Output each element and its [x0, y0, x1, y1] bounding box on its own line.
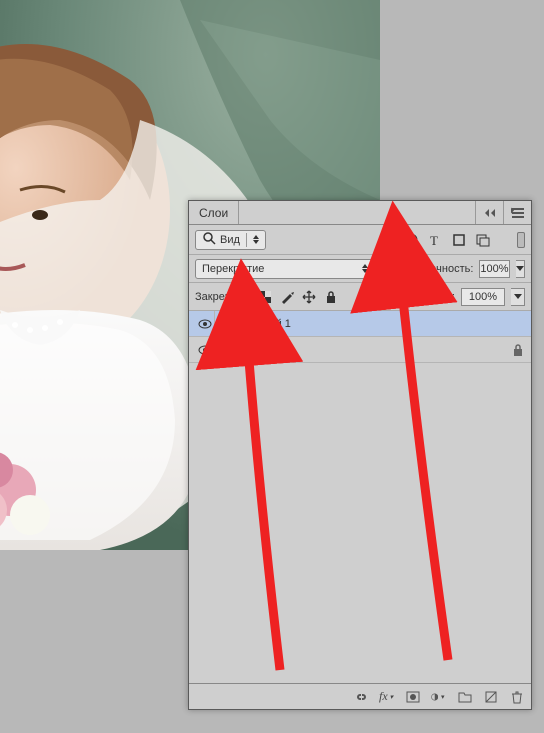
lock-label: Закрепить:	[195, 291, 251, 303]
new-layer-icon[interactable]	[483, 689, 499, 705]
panel-menu-icon[interactable]	[503, 201, 531, 224]
fill-slider-toggle[interactable]	[511, 288, 525, 306]
layers-list: Слой 1 Фон	[189, 311, 531, 363]
panel-tab-bar: Слои	[189, 201, 531, 225]
text-filter-icon[interactable]: T	[427, 232, 443, 248]
layer-thumbnail[interactable]	[223, 340, 247, 360]
adjustment-filter-icon[interactable]	[403, 232, 419, 248]
layer-row[interactable]: Слой 1	[189, 311, 531, 337]
layer-name-label[interactable]: Слой 1	[255, 318, 525, 330]
opacity-label: Непрозрачность:	[387, 263, 473, 275]
fill-value-input[interactable]: 100%	[461, 288, 505, 306]
adjustment-layer-icon[interactable]: ▾	[431, 689, 447, 705]
image-filter-icon[interactable]	[379, 232, 395, 248]
lock-indicator-icon	[511, 343, 525, 357]
visibility-eye-icon[interactable]	[197, 316, 213, 332]
lock-transparency-icon[interactable]	[257, 289, 273, 305]
lock-position-icon[interactable]	[301, 289, 317, 305]
layer-effects-icon[interactable]: fx▾	[379, 689, 395, 705]
filter-type-label: Вид	[220, 234, 240, 246]
blend-mode-dropdown[interactable]: Перекрытие	[195, 259, 375, 279]
fill-label: Заливка:	[410, 291, 455, 303]
layer-group-icon[interactable]	[457, 689, 473, 705]
search-icon	[202, 231, 216, 248]
panel-collapse-icon[interactable]	[475, 201, 503, 224]
tab-layers[interactable]: Слои	[189, 201, 239, 224]
link-layers-icon[interactable]	[353, 689, 369, 705]
blend-opacity-row: Перекрытие Непрозрачность: 100%	[189, 255, 531, 283]
layer-filter-bar: Вид T	[189, 225, 531, 255]
svg-text:T: T	[430, 233, 438, 247]
visibility-eye-icon[interactable]	[197, 342, 213, 358]
opacity-value-input[interactable]: 100%	[479, 260, 509, 278]
delete-layer-icon[interactable]	[509, 689, 525, 705]
panel-bottom-bar: fx▾ ▾	[189, 683, 531, 709]
dropdown-arrows-icon	[253, 235, 259, 244]
lock-all-icon[interactable]	[323, 289, 339, 305]
lock-fill-row: Закрепить: Заливка: 100%	[189, 283, 531, 311]
opacity-slider-toggle[interactable]	[516, 260, 525, 278]
layer-row[interactable]: Фон	[189, 337, 531, 363]
blend-mode-value: Перекрытие	[202, 263, 264, 275]
layers-panel: Слои Вид T Перекрытие	[188, 200, 532, 710]
layer-thumbnail[interactable]	[223, 314, 247, 334]
smart-object-filter-icon[interactable]	[475, 232, 491, 248]
dropdown-arrows-icon	[362, 264, 368, 273]
shape-filter-icon[interactable]	[451, 232, 467, 248]
layer-filter-type-dropdown[interactable]: Вид	[195, 230, 266, 250]
layer-name-label[interactable]: Фон	[255, 344, 503, 356]
lock-pixels-icon[interactable]	[279, 289, 295, 305]
layer-mask-icon[interactable]	[405, 689, 421, 705]
filter-toggle-switch[interactable]	[517, 232, 525, 248]
